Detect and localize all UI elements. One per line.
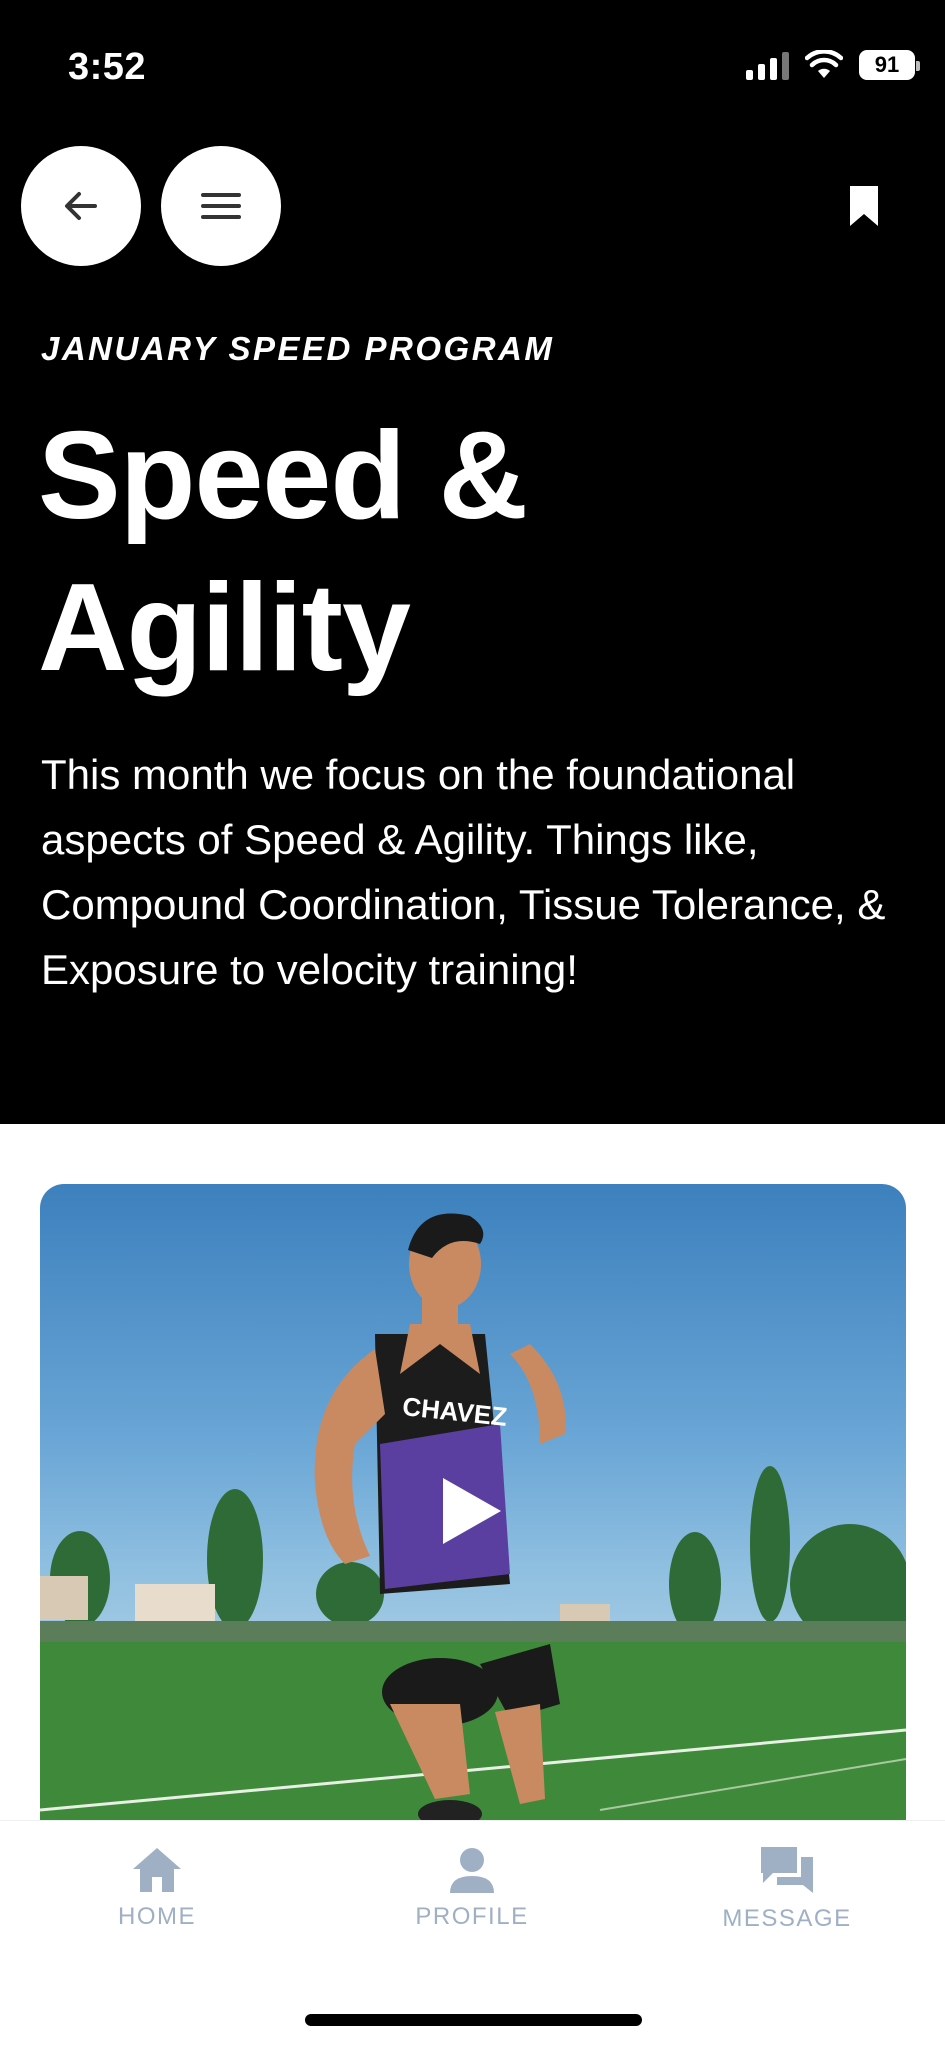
battery-level: 91 — [874, 52, 900, 77]
hero-section: 3:52 91 JANUARY SPEED PROGRAM Speed & Ag… — [0, 0, 945, 1124]
nav-label-home: HOME — [118, 1903, 196, 1930]
program-description: This month we focus on the foundational … — [41, 751, 886, 993]
home-icon — [133, 1848, 181, 1892]
nav-item-message[interactable]: MESSAGE — [687, 1845, 887, 1933]
bookmark-button[interactable] — [836, 178, 892, 234]
back-button[interactable] — [21, 146, 141, 266]
bookmark-icon — [850, 186, 878, 226]
status-time: 3:52 — [68, 46, 147, 88]
battery-icon: 91 — [859, 50, 920, 80]
status-bar: 3:52 91 — [0, 0, 945, 140]
signal-icon — [746, 50, 789, 80]
hamburger-icon — [201, 193, 241, 219]
message-icon — [761, 1847, 813, 1893]
nav-label-profile: PROFILE — [415, 1903, 529, 1930]
nav-item-home[interactable]: HOME — [57, 1845, 257, 1931]
nav-label-message: MESSAGE — [722, 1905, 852, 1932]
program-eyebrow: JANUARY SPEED PROGRAM — [41, 330, 555, 367]
arrow-left-icon — [65, 192, 97, 220]
menu-button[interactable] — [161, 146, 281, 266]
play-icon[interactable] — [435, 1474, 505, 1548]
page-title: Speed & Agility — [38, 407, 528, 697]
home-indicator — [305, 2014, 642, 2026]
video-player[interactable]: CHAVEZ — [40, 1184, 906, 1824]
profile-icon — [450, 1848, 494, 1893]
status-icons: 91 — [746, 50, 920, 80]
wifi-icon — [805, 50, 843, 78]
nav-item-profile[interactable]: PROFILE — [372, 1845, 572, 1931]
